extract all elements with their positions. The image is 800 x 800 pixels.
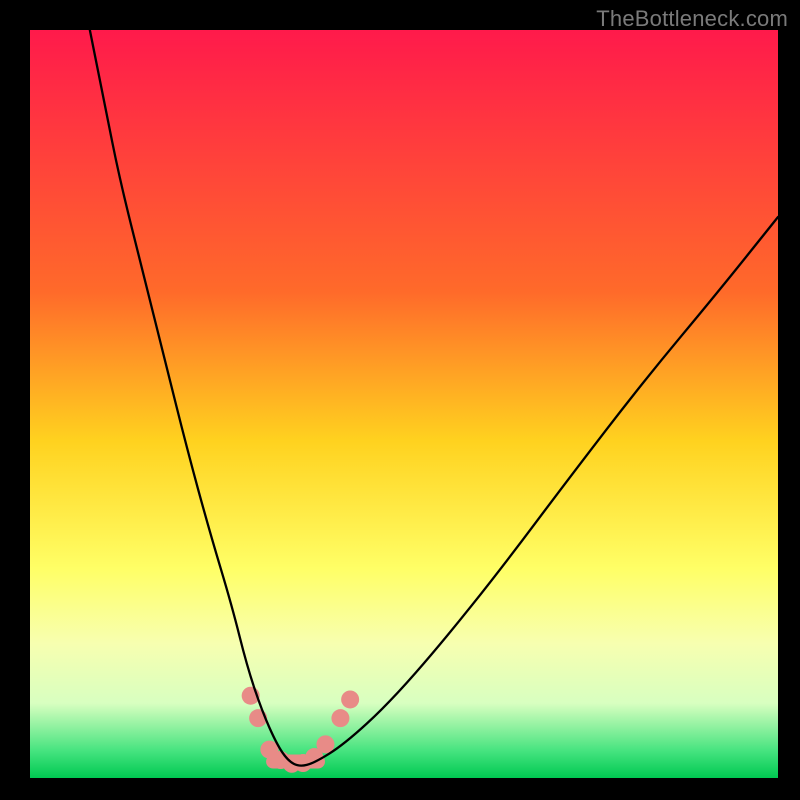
marker-point bbox=[316, 735, 334, 753]
chart-frame: TheBottleneck.com bbox=[0, 0, 800, 800]
watermark-text: TheBottleneck.com bbox=[596, 6, 788, 32]
marker-point bbox=[341, 690, 359, 708]
bottleneck-chart bbox=[0, 0, 800, 800]
plot-background bbox=[30, 30, 778, 778]
marker-point bbox=[331, 709, 349, 727]
